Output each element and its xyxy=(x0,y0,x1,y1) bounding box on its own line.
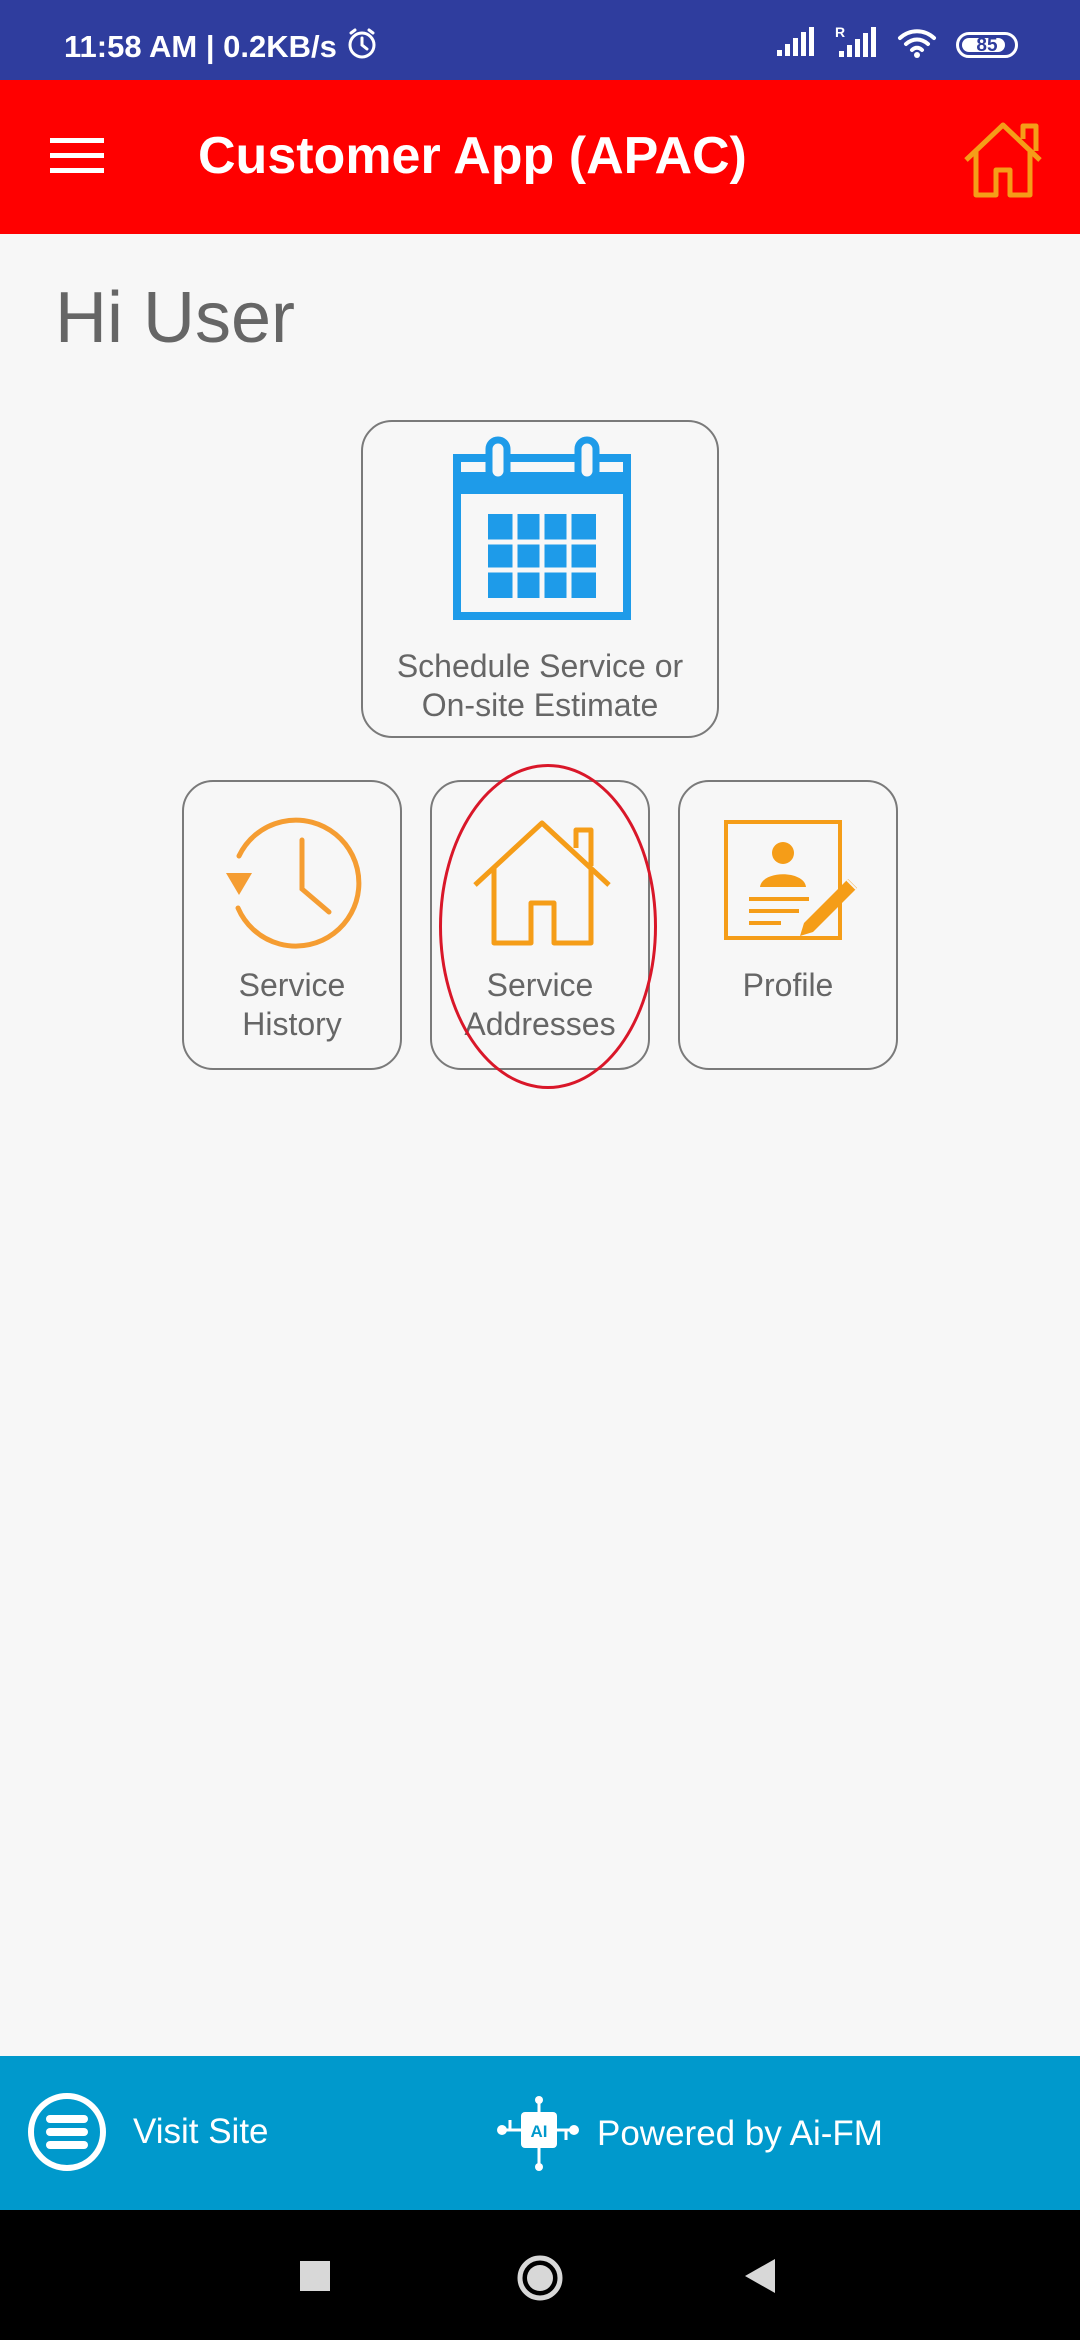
ai-badge-text: AI xyxy=(531,2122,548,2141)
status-time-speed: 11:58 AM | 0.2KB/s xyxy=(64,29,337,64)
greeting: Hi User xyxy=(55,278,296,358)
annotation-circle xyxy=(439,764,657,1089)
status-left: 11:58 AM | 0.2KB/s xyxy=(64,26,379,68)
visit-site-icon xyxy=(28,2093,106,2171)
schedule-service-tile[interactable]: Schedule Service or On-site Estimate xyxy=(361,420,719,738)
alarm-icon xyxy=(345,26,379,68)
visit-site-button[interactable]: Visit Site xyxy=(26,2091,269,2173)
profile-tile[interactable]: Profile xyxy=(678,780,898,1070)
service-history-label-line2: History xyxy=(242,1006,342,1042)
service-history-tile[interactable]: Service History xyxy=(182,780,402,1070)
wifi-icon xyxy=(896,25,938,64)
signal-icon xyxy=(774,26,816,63)
home-circle-icon[interactable] xyxy=(516,2254,564,2302)
bottom-bar: Visit Site AI Powered by Ai-FM xyxy=(0,2056,1080,2210)
app-title: Customer App (APAC) xyxy=(198,127,747,185)
ai-chip-icon: AI xyxy=(497,2096,579,2171)
system-navigation-bar xyxy=(0,2210,1080,2340)
visit-site-label: Visit Site xyxy=(133,2112,269,2151)
profile-label: Profile xyxy=(742,967,834,1003)
status-bar: 11:58 AM | 0.2KB/s R 85 xyxy=(0,0,1080,80)
status-right: R 85 xyxy=(774,24,1018,65)
hamburger-menu-icon[interactable] xyxy=(50,137,104,175)
powered-by-label: Powered by Ai-FM xyxy=(597,2114,883,2153)
clock-history-icon xyxy=(226,817,362,949)
schedule-service-label-line2: On-site Estimate xyxy=(421,687,659,723)
battery-icon: 85 xyxy=(956,31,1018,58)
schedule-service-label-line1: Schedule Service or xyxy=(396,648,684,684)
calendar-icon xyxy=(453,436,631,620)
powered-by-ai-fm: AI Powered by Ai-FM xyxy=(494,2095,883,2173)
recent-apps-icon[interactable] xyxy=(300,2261,330,2291)
roaming-indicator: R xyxy=(835,24,845,40)
roaming-signal-icon: R xyxy=(834,24,878,65)
home-icon[interactable] xyxy=(958,115,1048,201)
battery-percentage: 85 xyxy=(976,34,998,56)
service-history-label-line1: Service xyxy=(238,967,346,1003)
back-icon[interactable] xyxy=(741,2255,779,2297)
app-bar: Customer App (APAC) xyxy=(0,80,1080,234)
profile-edit-icon xyxy=(724,820,857,940)
